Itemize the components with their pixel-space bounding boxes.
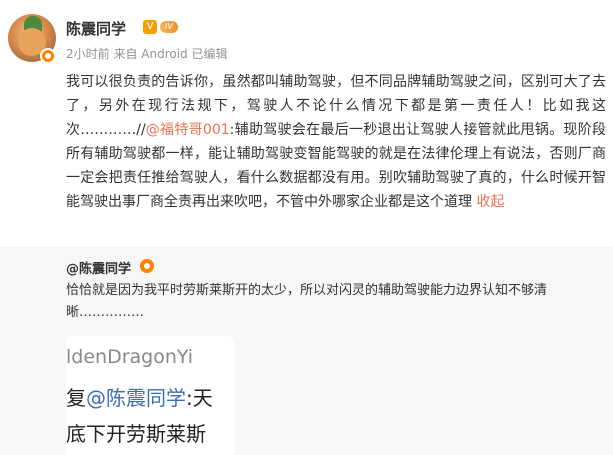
quoted-user-name[interactable]: @陈震同学 <box>66 258 131 277</box>
quoted-image-suffix: :天 <box>186 386 213 410</box>
collapse-link[interactable]: 收起 <box>476 194 504 210</box>
verified-icon <box>40 48 56 64</box>
post-header: 陈震同学 V IV 2小时前 来自 Android 已编辑 <box>0 0 613 70</box>
vip-icon[interactable]: V <box>143 20 157 34</box>
quoted-image-line-1: ldenDragonYi <box>66 346 194 368</box>
quoted-text: 恰恰就是因为我平时劳斯莱斯开的太少，所以对闪灵的辅助驾驶能力边界认知不够清晰……… <box>66 283 548 320</box>
user-name[interactable]: 陈震同学 <box>66 18 126 39</box>
quoted-post[interactable]: @陈震同学 恰恰就是因为我平时劳斯莱斯开的太少，所以对闪灵的辅助驾驶能力边界认知… <box>0 246 613 455</box>
post-meta: 2小时前 来自 Android 已编辑 <box>66 47 228 61</box>
quoted-verified-icon <box>140 259 154 273</box>
quoted-image-line-2: 复@陈震同学:天 <box>66 382 213 411</box>
quoted-image[interactable]: ldenDragonYi 复@陈震同学:天 底下开劳斯莱斯 <box>66 336 234 455</box>
post-body: 我可以很负责的告诉你，虽然都叫辅助驾驶，但不同品牌辅助驾驶之间，区别可大了去了，… <box>66 70 606 214</box>
quoted-image-line-3: 底下开劳斯莱斯 <box>66 422 206 446</box>
quoted-image-mention: @陈震同学 <box>86 386 186 410</box>
mention-link[interactable]: @福特哥001 <box>146 122 230 138</box>
quoted-image-prefix: 复 <box>66 386 86 410</box>
level-badge[interactable]: IV <box>160 21 178 33</box>
